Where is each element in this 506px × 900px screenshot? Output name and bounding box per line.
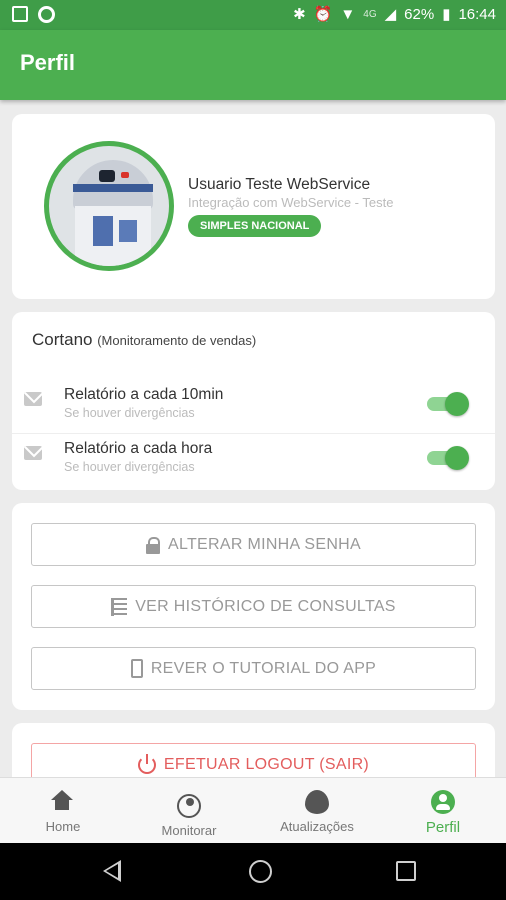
change-password-label: ALTERAR MINHA SENHA xyxy=(168,535,361,553)
user-icon xyxy=(431,790,455,814)
back-icon[interactable] xyxy=(103,860,121,882)
status-bar: ✱ ⏰ ▼ 4G ◢ 62% ▮ 16:44 xyxy=(0,0,506,30)
change-password-button[interactable]: ALTERAR MINHA SENHA xyxy=(31,523,476,566)
app-bar: Perfil xyxy=(0,30,506,100)
report-label: Relatório a cada hora xyxy=(64,440,213,457)
tutorial-button[interactable]: REVER O TUTORIAL DO APP xyxy=(31,647,476,690)
monitoring-card: Cortano (Monitoramento de vendas) Relató… xyxy=(12,312,495,490)
eye-icon xyxy=(177,794,201,818)
list-item: Relatório a cada hora Se houver divergên… xyxy=(12,434,495,488)
toggle-knob xyxy=(445,446,469,470)
history-button[interactable]: VER HISTÓRICO DE CONSULTAS xyxy=(31,585,476,628)
monitoring-title: Cortano (Monitoramento de vendas) xyxy=(32,330,256,350)
nav-home[interactable]: Home xyxy=(0,778,126,844)
list-item: Relatório a cada 10min Se houver divergê… xyxy=(12,380,495,434)
toggle-knob xyxy=(445,392,469,416)
recent-apps-icon[interactable] xyxy=(396,861,416,881)
history-label: VER HISTÓRICO DE CONSULTAS xyxy=(135,597,396,615)
image-icon xyxy=(12,6,28,22)
robot-body xyxy=(75,206,151,266)
home-button-icon[interactable] xyxy=(249,860,272,883)
nav-home-label: Home xyxy=(45,819,81,834)
profile-card: Usuario Teste WebService Integração com … xyxy=(12,114,495,299)
network-type: 4G xyxy=(363,8,377,20)
user-name: Usuario Teste WebService xyxy=(188,176,371,193)
bottom-navigation: Home Monitorar Atualizações Perfil xyxy=(0,777,506,843)
battery-level: 62% xyxy=(404,5,435,23)
robot-panel-secondary xyxy=(119,220,137,242)
report-label: Relatório a cada 10min xyxy=(64,386,224,403)
report-hourly-toggle[interactable] xyxy=(427,446,469,470)
nav-perfil-label: Perfil xyxy=(425,819,461,836)
lock-icon xyxy=(146,536,160,554)
battery-icon: ▮ xyxy=(442,6,451,23)
robot-light xyxy=(121,172,129,178)
user-subtitle: Integração com WebService - Teste xyxy=(188,195,394,210)
report-sub: Se houver divergências xyxy=(64,460,195,474)
logout-label: EFETUAR LOGOUT (SAIR) xyxy=(163,755,370,773)
nav-atualizacoes[interactable]: Atualizações xyxy=(254,778,380,844)
plan-badge: SIMPLES NACIONAL xyxy=(188,215,322,237)
system-navigation-bar xyxy=(0,843,506,900)
nav-monitorar[interactable]: Monitorar xyxy=(126,778,252,844)
wifi-icon: ▼ xyxy=(340,5,356,23)
actions-card: ALTERAR MINHA SENHA VER HISTÓRICO DE CON… xyxy=(12,503,495,710)
avatar xyxy=(44,141,174,271)
power-icon xyxy=(137,753,156,774)
report-10min-toggle[interactable] xyxy=(427,392,469,416)
robot-band xyxy=(73,184,153,192)
nav-atualizacoes-label: Atualizações xyxy=(280,819,354,834)
bluetooth-icon: ✱ xyxy=(293,6,306,23)
monitoring-subtitle: (Monitoramento de vendas) xyxy=(97,333,257,348)
signal-icon: ◢ xyxy=(384,6,397,23)
mail-icon xyxy=(24,446,42,460)
robot-eye xyxy=(99,170,115,182)
nav-perfil[interactable]: Perfil xyxy=(380,778,506,844)
nav-monitorar-label: Monitorar xyxy=(161,823,217,838)
home-icon xyxy=(51,790,75,814)
robot-panel xyxy=(93,216,113,246)
flame-icon xyxy=(305,790,329,814)
phone-icon xyxy=(130,659,143,678)
tutorial-label: REVER O TUTORIAL DO APP xyxy=(150,659,377,677)
mail-icon xyxy=(24,392,42,406)
alarm-icon: ⏰ xyxy=(313,6,333,23)
list-icon xyxy=(111,597,128,616)
monitoring-title-text: Cortano xyxy=(32,330,93,349)
circle-icon xyxy=(38,6,55,23)
clock: 16:44 xyxy=(458,5,496,23)
page-title: Perfil xyxy=(20,50,76,75)
report-sub: Se houver divergências xyxy=(64,406,195,420)
